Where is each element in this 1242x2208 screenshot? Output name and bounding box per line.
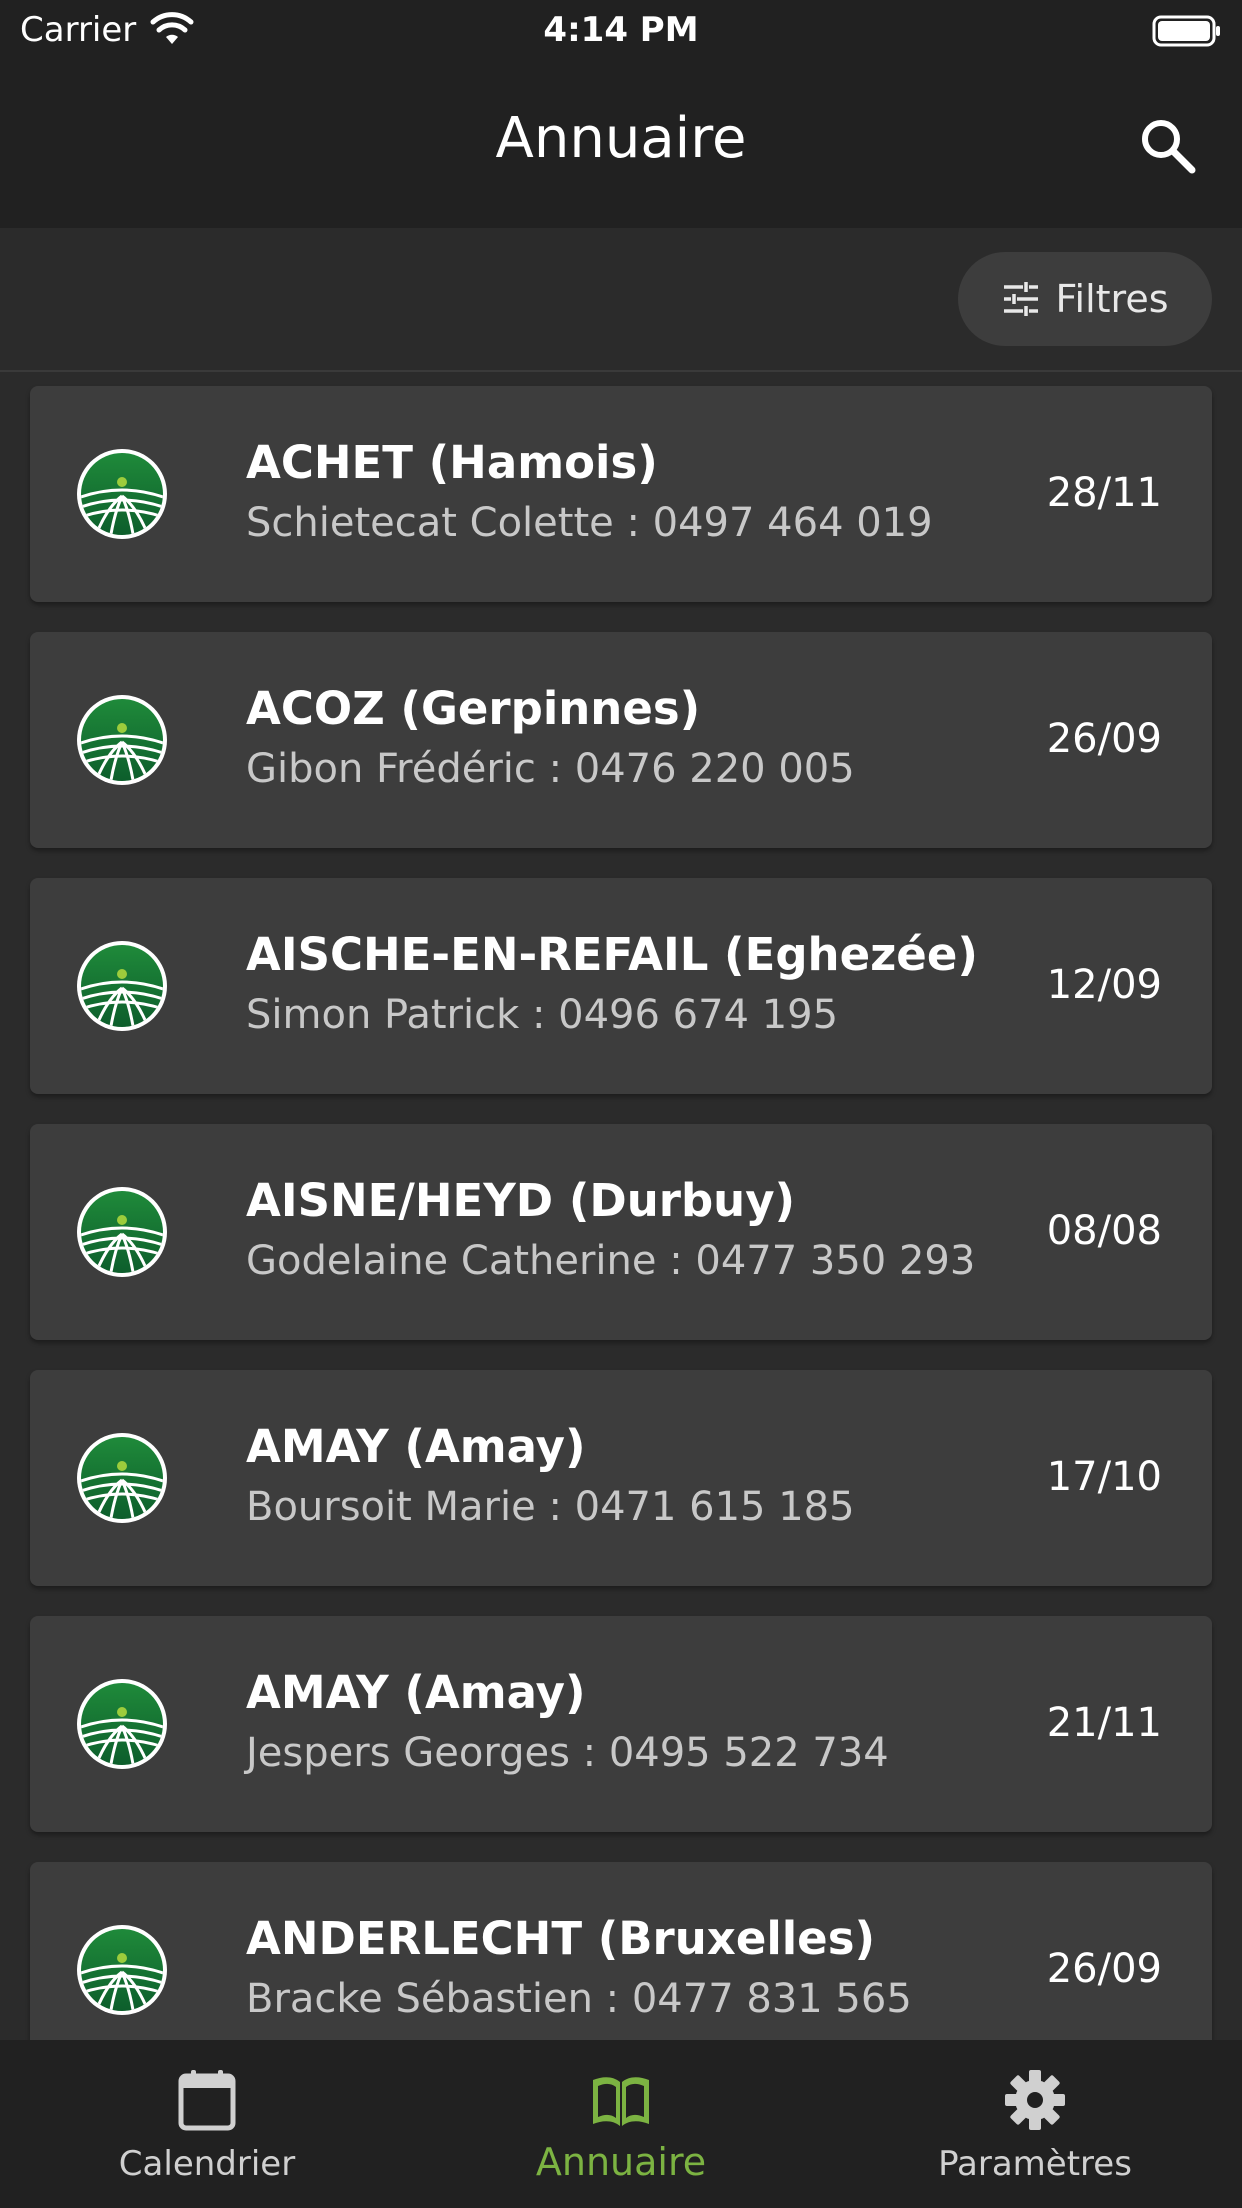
entry-title: AMAY (Amay) (246, 1420, 586, 1473)
directory-list[interactable]: ACHET (Hamois) Schietecat Colette : 0497… (0, 372, 1242, 2040)
logo-icon (76, 940, 168, 1032)
filter-bar: Filtres (0, 228, 1242, 372)
entry-date: 26/09 (1046, 716, 1162, 762)
list-item[interactable]: AISCHE-EN-REFAIL (Eghezée) Simon Patrick… (30, 878, 1212, 1094)
status-bar: Carrier 4:14 PM (0, 0, 1242, 62)
entry-date: 08/08 (1046, 1208, 1162, 1254)
entry-title: ANDERLECHT (Bruxelles) (246, 1912, 876, 1965)
entry-title: AMAY (Amay) (246, 1666, 586, 1719)
entry-date: 12/09 (1046, 962, 1162, 1008)
entry-title: ACOZ (Gerpinnes) (246, 682, 701, 735)
page-title: Annuaire (495, 106, 747, 171)
tab-calendrier[interactable]: Calendrier (0, 2040, 414, 2208)
entry-title: ACHET (Hamois) (246, 436, 658, 489)
list-item[interactable]: ANDERLECHT (Bruxelles) Bracke Sébastien … (30, 1862, 1212, 2040)
list-item[interactable]: AMAY (Amay) Boursoit Marie : 0471 615 18… (30, 1370, 1212, 1586)
filters-button[interactable]: Filtres (958, 252, 1212, 346)
entry-date: 21/11 (1046, 1700, 1162, 1746)
entry-contact: Boursoit Marie : 0471 615 185 (246, 1484, 855, 1530)
entry-contact: Gibon Frédéric : 0476 220 005 (246, 746, 855, 792)
entry-date: 17/10 (1046, 1454, 1162, 1500)
logo-icon (76, 1678, 168, 1770)
entry-contact: Bracke Sébastien : 0477 831 565 (246, 1976, 912, 2022)
logo-icon (76, 448, 168, 540)
list-item[interactable]: AMAY (Amay) Jespers Georges : 0495 522 7… (30, 1616, 1212, 1832)
filters-label: Filtres (1055, 277, 1169, 321)
entry-contact: Godelaine Catherine : 0477 350 293 (246, 1238, 976, 1284)
logo-icon (76, 1186, 168, 1278)
battery-icon (1152, 15, 1220, 47)
gear-icon (1005, 2070, 1065, 2130)
entry-contact: Simon Patrick : 0496 674 195 (246, 992, 839, 1038)
list-item[interactable]: ACOZ (Gerpinnes) Gibon Frédéric : 0476 2… (30, 632, 1212, 848)
search-icon[interactable] (1136, 114, 1200, 178)
tab-label: Calendrier (118, 2144, 296, 2184)
book-icon (593, 2077, 649, 2126)
logo-icon (76, 1432, 168, 1524)
status-time: 4:14 PM (543, 10, 699, 50)
entry-date: 28/11 (1046, 470, 1162, 516)
tab-label: Paramètres (938, 2144, 1132, 2184)
nav-bar: Annuaire (0, 62, 1242, 228)
calendar-icon (178, 2070, 236, 2131)
entry-date: 26/09 (1046, 1946, 1162, 1992)
entry-contact: Schietecat Colette : 0497 464 019 (246, 500, 933, 546)
tab-parametres[interactable]: Paramètres (828, 2040, 1242, 2208)
logo-icon (76, 694, 168, 786)
entry-contact: Jespers Georges : 0495 522 734 (246, 1730, 889, 1776)
tab-bar: Calendrier Annuaire Paramètres (0, 2040, 1242, 2208)
list-item[interactable]: ACHET (Hamois) Schietecat Colette : 0497… (30, 386, 1212, 602)
entry-title: AISNE/HEYD (Durbuy) (246, 1174, 796, 1227)
list-item[interactable]: AISNE/HEYD (Durbuy) Godelaine Catherine … (30, 1124, 1212, 1340)
sliders-icon (1004, 282, 1039, 316)
logo-icon (76, 1924, 168, 2016)
tab-annuaire[interactable]: Annuaire (414, 2040, 828, 2208)
screen: Carrier 4:14 PM Annuaire Filtres ACHET (… (0, 0, 1242, 2208)
tab-label: Annuaire (535, 2140, 707, 2184)
entry-title: AISCHE-EN-REFAIL (Eghezée) (246, 928, 978, 981)
